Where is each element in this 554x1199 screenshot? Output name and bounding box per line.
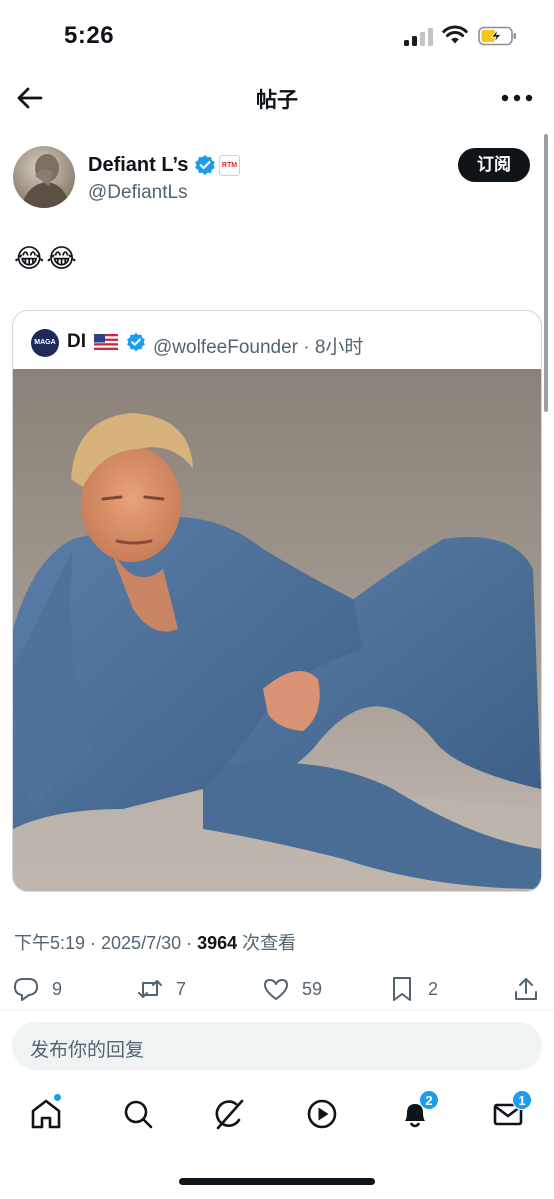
quoted-post-header: MAGA DI @wolfeeFounder · 8小时 xyxy=(13,311,541,371)
subscribe-button[interactable]: 订阅 xyxy=(458,148,530,182)
bookmark-icon xyxy=(393,977,411,1001)
page-title: 帖子 xyxy=(256,89,298,112)
tab-notifications[interactable]: 2 xyxy=(397,1090,439,1132)
battery-charging-icon xyxy=(478,26,516,46)
cellular-signal-icon xyxy=(404,28,434,46)
share-button[interactable] xyxy=(512,974,552,1004)
search-icon xyxy=(124,1100,153,1129)
tab-search[interactable] xyxy=(120,1096,156,1132)
home-new-dot xyxy=(53,1093,62,1102)
divider xyxy=(0,1010,554,1011)
video-icon xyxy=(307,1099,337,1129)
reply-icon xyxy=(14,978,38,1001)
view-count: 3964 xyxy=(197,933,238,953)
avatar[interactable] xyxy=(13,146,75,208)
reply-input[interactable]: 发布你的回复 xyxy=(12,1022,542,1070)
tab-home[interactable] xyxy=(28,1093,64,1132)
reply-button[interactable]: 9 xyxy=(12,974,62,1004)
repost-count: 7 xyxy=(176,978,187,999)
quoted-post-card[interactable]: MAGA DI @wolfeeFounder · 8小时 xyxy=(12,310,542,892)
wifi-icon xyxy=(442,25,468,44)
view-count-label: 次查看 xyxy=(237,933,297,953)
bookmark-count: 2 xyxy=(428,978,439,999)
quoted-avatar: MAGA xyxy=(31,329,59,357)
share-icon xyxy=(515,978,537,1000)
more-horizontal-icon[interactable] xyxy=(500,86,534,110)
grok-icon xyxy=(215,1099,244,1130)
post-timestamp[interactable]: 下午5:19 · 2025/7/30 · xyxy=(14,933,197,953)
affiliate-badge[interactable]: RTM xyxy=(219,155,240,176)
quoted-handle-time: @wolfeeFounder · 8小时 xyxy=(153,337,364,358)
reply-count: 9 xyxy=(52,978,63,999)
reply-placeholder: 发布你的回复 xyxy=(30,1040,145,1061)
like-count: 59 xyxy=(302,978,323,999)
tab-grok[interactable] xyxy=(212,1096,248,1132)
post-actions: 9 7 59 2 xyxy=(0,970,554,1010)
author-handle[interactable]: @DefiantLs xyxy=(88,182,188,204)
post-detail-screen: 5:26 帖子 Defiant L’s RTM @DefiantLs 订阅 😂😂… xyxy=(0,0,554,1199)
bottom-tab-bar: 2 1 xyxy=(0,1082,554,1152)
top-nav: 帖子 xyxy=(0,70,554,126)
post-text: 😂😂 xyxy=(14,243,79,273)
verified-badge-icon xyxy=(127,332,145,352)
verified-badge-icon xyxy=(195,155,215,175)
author-name[interactable]: Defiant L’s xyxy=(88,154,188,177)
status-time: 5:26 xyxy=(64,22,115,49)
heart-icon xyxy=(264,979,288,1000)
repost-icon xyxy=(138,980,162,998)
tab-messages[interactable]: 1 xyxy=(490,1090,532,1132)
quoted-photo[interactable] xyxy=(13,369,542,892)
quoted-author-name: DI xyxy=(67,331,86,352)
tab-video[interactable] xyxy=(304,1096,340,1132)
post-meta: 下午5:19 · 2025/7/30 · 3964 次查看 xyxy=(14,929,296,955)
like-button[interactable]: 59 xyxy=(262,974,322,1004)
bookmark-button[interactable]: 2 xyxy=(388,974,438,1004)
post-author: Defiant L’s RTM @DefiantLs 订阅 xyxy=(0,140,554,220)
home-indicator[interactable] xyxy=(179,1178,375,1185)
status-bar: 5:26 xyxy=(0,0,554,70)
messages-badge: 1 xyxy=(512,1090,532,1110)
us-flag-icon xyxy=(94,334,118,350)
notifications-badge: 2 xyxy=(419,1090,439,1110)
repost-button[interactable]: 7 xyxy=(136,974,186,1004)
